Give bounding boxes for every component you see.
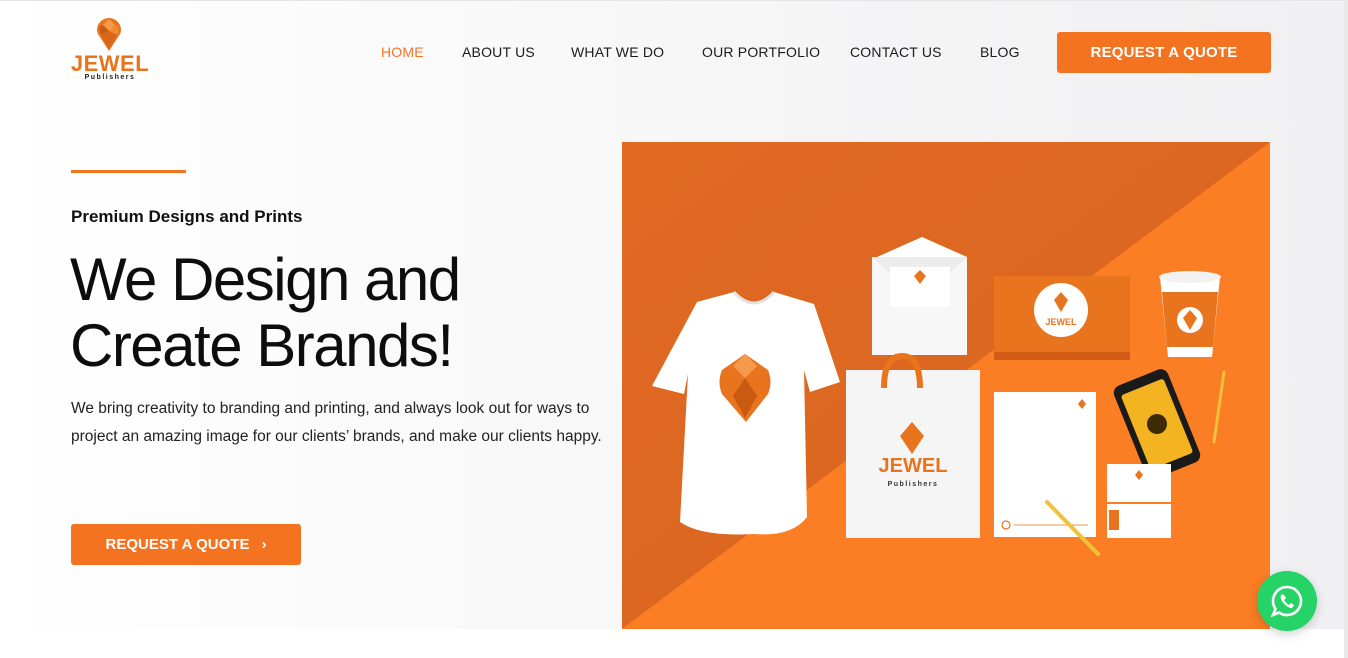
site-logo[interactable]: JEWEL Publishers [70,18,150,84]
logo-tagline: Publishers [84,74,136,81]
hero-headline-line-2: Create Brands! [70,312,454,379]
nav-home[interactable]: HOME [381,44,424,60]
folder-brand-text: JEWEL [1045,317,1077,327]
brand-mockup-illustration: JEWEL JEWEL Publishers [622,142,1270,629]
cup-mockup [1159,271,1221,357]
hero-description: We bring creativity to branding and prin… [71,400,602,445]
hero-headline: We Design and Create Brands! [70,247,610,379]
bag-tagline-text: Publishers [888,481,939,488]
whatsapp-icon [1270,585,1303,618]
whatsapp-chat-button[interactable] [1257,571,1317,631]
hero-headline-line-1: We Design and [70,246,461,313]
nav-contact-us[interactable]: CONTACT US [850,44,942,60]
hero-eyebrow: Premium Designs and Prints [71,207,303,226]
hero-cta-label: REQUEST A QUOTE [105,536,250,553]
nav-what-we-do[interactable]: WHAT WE DO [571,44,664,60]
next-section-edge [0,629,1348,658]
shopping-bag-mockup: JEWEL Publishers [846,352,980,538]
scrollbar[interactable] [1344,0,1348,658]
nav-blog[interactable]: BLOG [980,44,1020,60]
envelope-mockup [872,237,967,355]
header-request-quote-button[interactable]: REQUEST A QUOTE [1057,32,1271,73]
hero-request-quote-button[interactable]: REQUEST A QUOTE › [71,524,301,565]
hero-brand-mockup-image: JEWEL JEWEL Publishers [622,142,1270,629]
folder-mockup: JEWEL [994,276,1130,360]
jewel-logo-icon [97,18,121,51]
bag-brand-text: JEWEL [879,455,948,477]
accent-divider [71,170,186,173]
nav-about-us[interactable]: ABOUT US [462,44,535,60]
letterhead-mockup [994,392,1096,537]
chevron-right-icon: › [261,536,267,553]
nav-our-portfolio[interactable]: OUR PORTFOLIO [702,44,820,60]
business-cards-mockup [1107,464,1171,538]
